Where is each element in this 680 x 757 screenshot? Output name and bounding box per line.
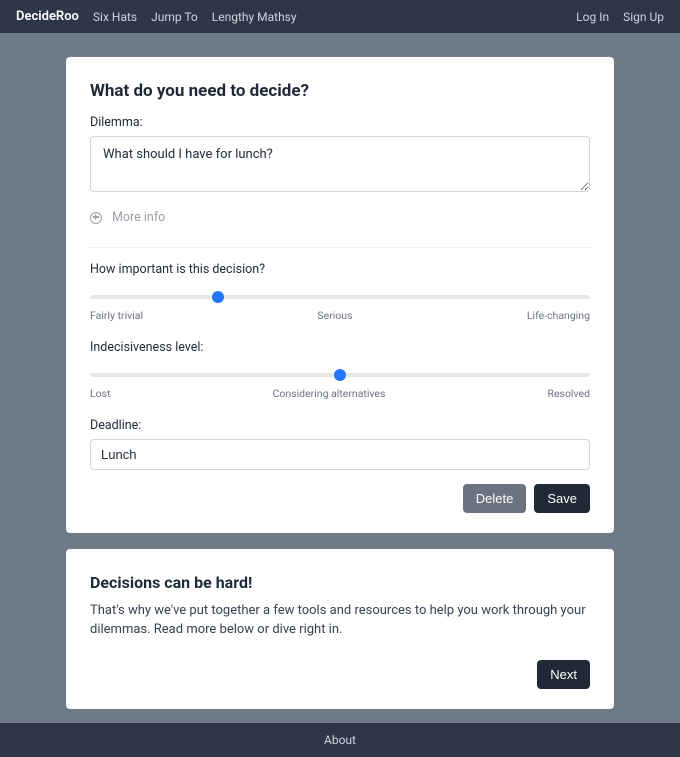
importance-label-mid: Serious <box>317 309 352 322</box>
importance-label-max: Life-changing <box>527 309 590 322</box>
nav-link-jump-to[interactable]: Jump To <box>151 10 198 24</box>
info-body: That's why we've put together a few tool… <box>90 602 590 640</box>
indecisiveness-slider[interactable] <box>90 373 590 377</box>
indecisiveness-label-mid: Considering alternatives <box>273 387 386 400</box>
importance-slider[interactable] <box>90 295 590 299</box>
delete-button[interactable]: Delete <box>463 484 527 513</box>
importance-question: How important is this decision? <box>90 262 590 277</box>
more-info-label: More info <box>112 210 165 225</box>
brand[interactable]: DecideRoo <box>16 9 79 24</box>
divider <box>90 247 590 248</box>
dilemma-input[interactable] <box>90 136 590 192</box>
indecisiveness-question: Indecisiveness level: <box>90 340 590 355</box>
save-button[interactable]: Save <box>534 484 590 513</box>
decision-form-card: What do you need to decide? Dilemma: Mor… <box>66 57 614 533</box>
dilemma-label: Dilemma: <box>90 115 590 130</box>
deadline-input[interactable] <box>90 439 590 470</box>
indecisiveness-label-max: Resolved <box>547 387 590 400</box>
more-info-toggle[interactable]: More info <box>90 210 590 225</box>
indecisiveness-label-min: Lost <box>90 387 111 400</box>
info-card: Decisions can be hard! That's why we've … <box>66 549 614 709</box>
footer-about-link[interactable]: About <box>324 733 356 747</box>
importance-label-min: Fairly trivial <box>90 309 143 322</box>
navbar: DecideRoo Six Hats Jump To Lengthy Maths… <box>0 0 680 33</box>
plus-circle-icon <box>90 212 102 224</box>
footer: About <box>0 723 680 757</box>
form-heading: What do you need to decide? <box>90 81 590 101</box>
nav-link-signup[interactable]: Sign Up <box>623 10 664 24</box>
nav-link-six-hats[interactable]: Six Hats <box>93 10 137 24</box>
nav-link-lengthy-mathsy[interactable]: Lengthy Mathsy <box>212 10 297 24</box>
deadline-label: Deadline: <box>90 418 590 433</box>
nav-link-login[interactable]: Log In <box>576 10 609 24</box>
next-button[interactable]: Next <box>537 660 590 689</box>
info-heading: Decisions can be hard! <box>90 573 590 592</box>
